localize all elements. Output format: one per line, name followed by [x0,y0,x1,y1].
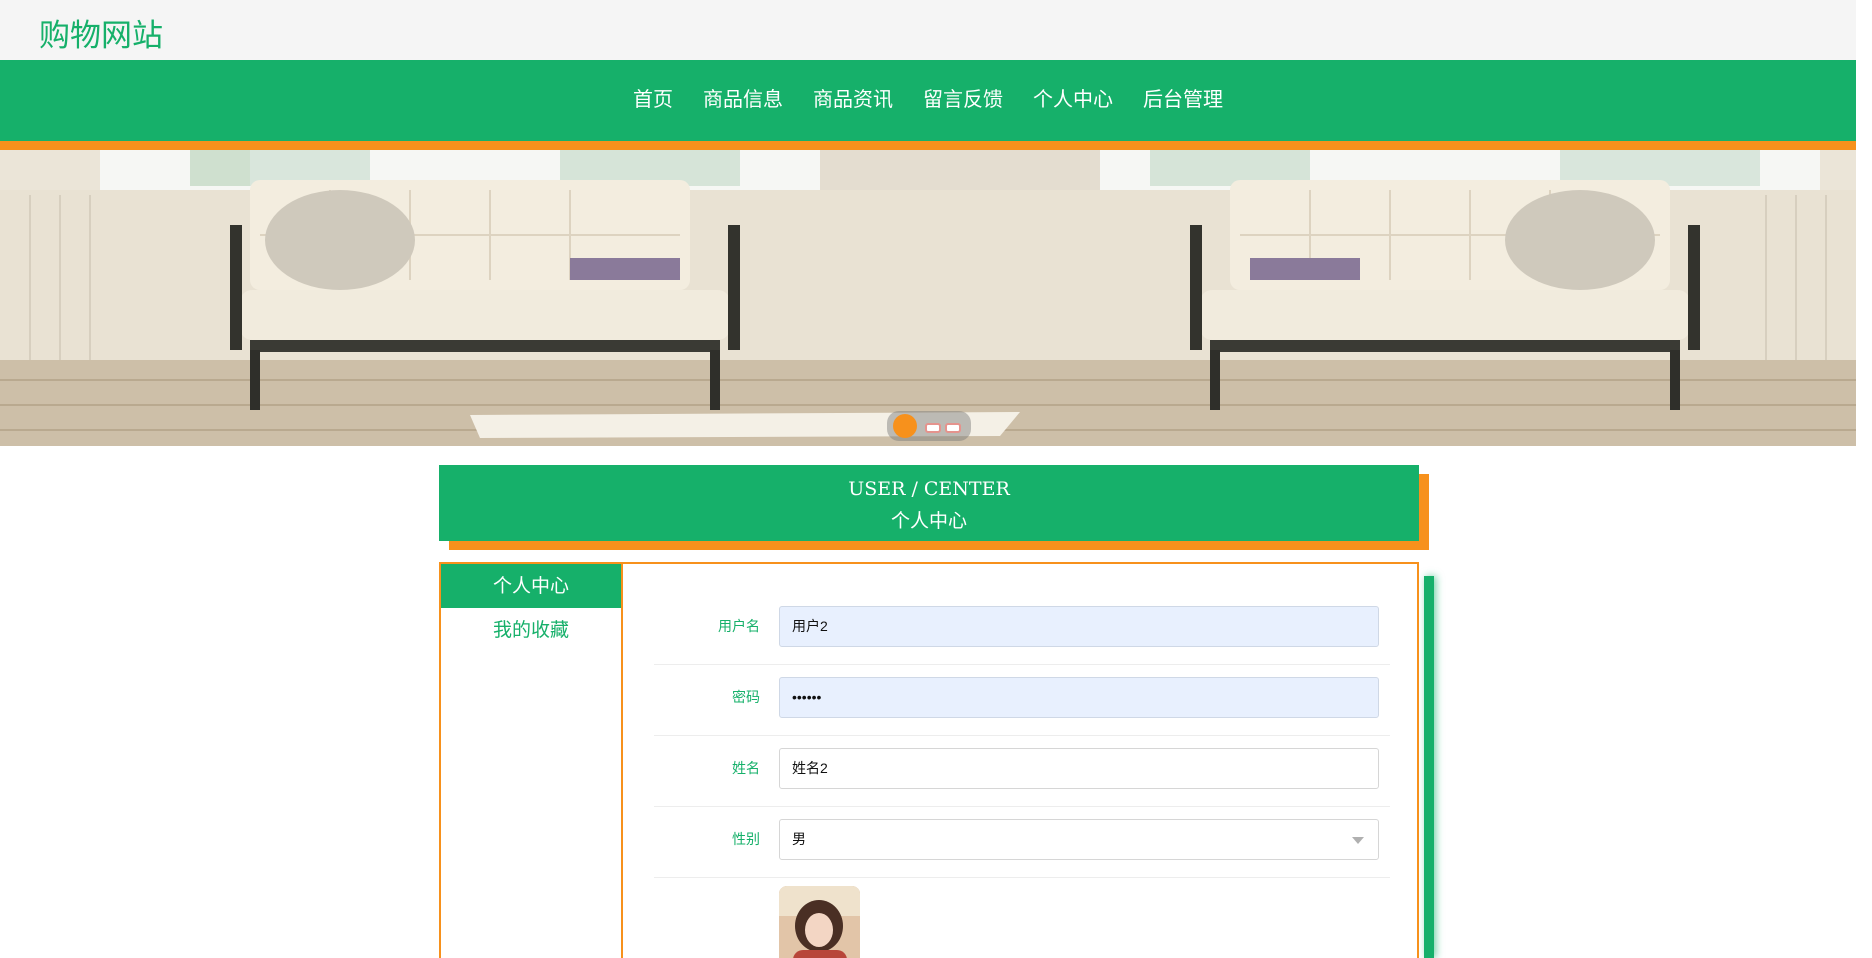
nav-accent-stripe [0,141,1856,150]
content-shadow [1424,576,1434,958]
form-row-username: 用户名 用户2 [654,594,1390,665]
gender-select[interactable]: 男 [779,819,1379,860]
section-title: USER / CENTER 个人中心 [439,465,1419,541]
section-title-zh: 个人中心 [890,510,967,532]
page: 购物网站 首页 商品信息 商品资讯 留言反馈 个人中心 后台管理 USER / … [0,0,1856,958]
password-input[interactable]: •••••• [779,677,1379,718]
form-row-password: 密码 •••••• [654,665,1390,736]
carousel-dot-2[interactable] [925,423,941,433]
avatar[interactable] [779,886,860,958]
carousel-indicators [887,411,971,441]
nav-item-products[interactable]: 商品信息 [688,83,798,112]
gender-select-value: 男 [792,831,806,847]
nav-item-admin[interactable]: 后台管理 [1128,83,1238,112]
carousel-dot-1[interactable] [893,414,917,438]
sidebar-item-user-center[interactable]: 个人中心 [441,564,621,608]
avatar-image [779,886,860,958]
main-nav: 首页 商品信息 商品资讯 留言反馈 个人中心 后台管理 [0,60,1856,135]
name-label: 姓名 [732,761,760,777]
user-sidebar: 个人中心 我的收藏 [441,564,623,958]
banner-image [0,150,1856,446]
gender-label: 性别 [732,832,760,848]
site-logo-title[interactable]: 购物网站 [39,10,163,55]
nav-item-news[interactable]: 商品资讯 [798,83,908,112]
profile-form: 用户名 用户2 密码 •••••• 姓名 姓名2 性别 男 [654,594,1390,878]
carousel-dot-3[interactable] [945,423,961,433]
username-input[interactable]: 用户2 [779,606,1379,647]
top-bar: 购物网站 [0,0,1856,60]
nav-item-user-center[interactable]: 个人中心 [1018,83,1128,112]
name-input[interactable]: 姓名2 [779,748,1379,789]
sidebar-item-favorites[interactable]: 我的收藏 [441,608,621,652]
user-center-panel: 个人中心 我的收藏 用户名 用户2 密码 •••••• 姓名 姓名2 性别 男 [439,562,1419,958]
nav-item-feedback[interactable]: 留言反馈 [908,83,1018,112]
chevron-down-icon [1352,837,1364,844]
form-row-name: 姓名 姓名2 [654,736,1390,807]
nav-item-home[interactable]: 首页 [618,83,688,112]
password-label: 密码 [732,690,760,706]
banner-carousel[interactable] [0,150,1856,446]
form-row-gender: 性别 男 [654,807,1390,878]
section-title-en: USER / CENTER [848,478,1010,500]
username-label: 用户名 [718,619,760,635]
